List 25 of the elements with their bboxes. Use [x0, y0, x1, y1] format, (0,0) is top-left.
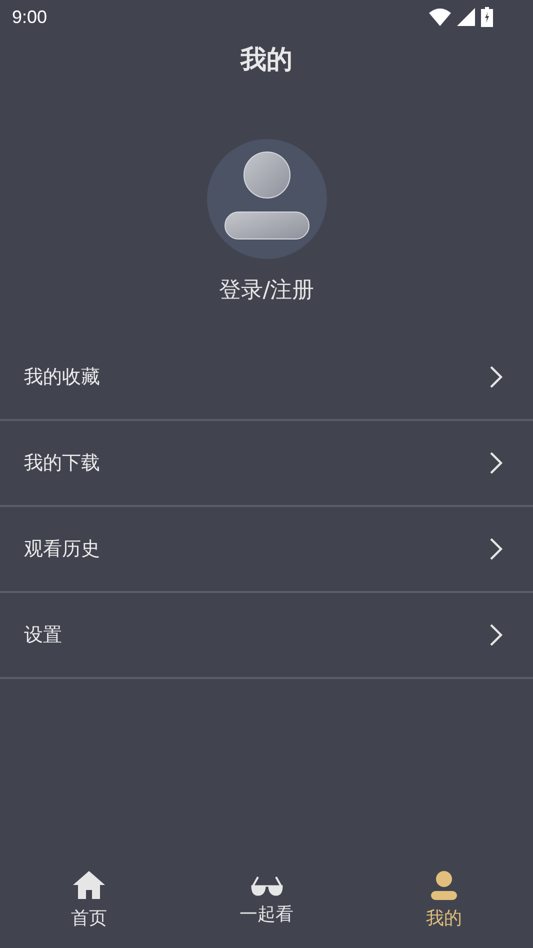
person-icon — [429, 870, 460, 900]
login-register-link[interactable]: 登录/注册 — [218, 275, 314, 305]
avatar-icon[interactable] — [206, 139, 326, 259]
chevron-right-icon — [489, 365, 503, 389]
wifi-icon — [429, 8, 451, 26]
menu-row[interactable]: 观看历史 — [0, 507, 533, 593]
menu-label: 设置 — [24, 623, 62, 648]
glasses-icon — [250, 874, 284, 896]
menu-label: 我的收藏 — [24, 365, 100, 390]
home-icon — [72, 870, 106, 900]
menu-row[interactable]: 设置 — [0, 593, 533, 679]
chevron-right-icon — [489, 537, 503, 561]
menu-label: 我的下载 — [24, 451, 100, 476]
tab-bar-item[interactable]: 首页 — [0, 862, 178, 938]
battery-icon — [481, 7, 493, 27]
menu-row[interactable]: 我的收藏 — [0, 335, 533, 421]
tab-bar-item[interactable]: 我的 — [355, 862, 533, 938]
chevron-right-icon — [489, 623, 503, 647]
status-time: 9:00 — [12, 6, 48, 28]
menu-row[interactable]: 我的下载 — [0, 421, 533, 507]
signal-icon — [457, 8, 475, 26]
page-title: 我的 — [239, 44, 294, 77]
menu-label: 观看历史 — [24, 537, 100, 562]
tab-bar-item[interactable]: 一起看 — [178, 862, 356, 938]
chevron-right-icon — [489, 451, 503, 475]
